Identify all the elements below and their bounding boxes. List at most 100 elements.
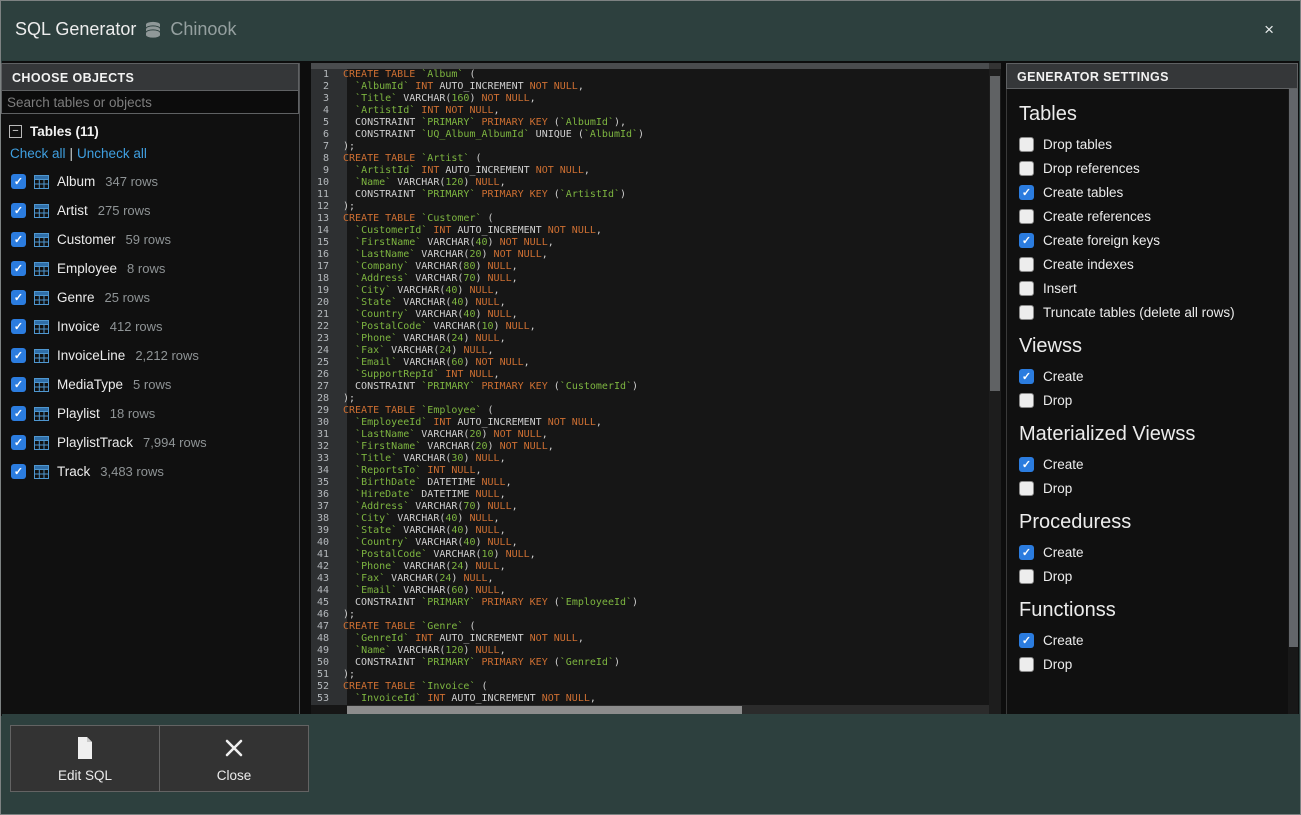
line-number: 9 (311, 165, 338, 177)
settings-vertical-scrollbar[interactable] (1288, 89, 1298, 716)
code-line: 29CREATE TABLE `Employee` ( (311, 405, 989, 417)
tables-group-label: Tables (11) (30, 124, 99, 139)
table-item-invoiceline[interactable]: InvoiceLine2,212 rows (9, 341, 299, 370)
line-number: 1 (311, 69, 338, 81)
checkbox-playlist[interactable] (11, 406, 26, 421)
sql-preview-editor[interactable]: 1CREATE TABLE `Album` (2 `AlbumId` INT A… (311, 63, 1001, 718)
table-item-genre[interactable]: Genre25 rows (9, 283, 299, 312)
code-line: 12); (311, 201, 989, 213)
generator-settings-panel: GENERATOR SETTINGS TablesDrop tablesDrop… (1006, 63, 1298, 716)
x-icon (222, 735, 246, 761)
table-row-count: 412 rows (110, 319, 163, 334)
table-item-invoice[interactable]: Invoice412 rows (9, 312, 299, 341)
checkbox[interactable] (1019, 257, 1034, 272)
code-line: 49 `Name` VARCHAR(120) NULL, (311, 645, 989, 657)
line-number: 26 (311, 369, 338, 381)
close-button[interactable]: Close (159, 725, 309, 792)
collapse-icon[interactable] (9, 125, 22, 138)
table-item-employee[interactable]: Employee8 rows (9, 254, 299, 283)
checkbox[interactable] (1019, 569, 1034, 584)
line-number: 42 (311, 561, 338, 573)
checkbox-genre[interactable] (11, 290, 26, 305)
checkbox[interactable] (1019, 161, 1034, 176)
editor-vertical-scrollbar[interactable] (989, 69, 1001, 705)
line-number: 15 (311, 237, 338, 249)
code-line: 51); (311, 669, 989, 681)
checkbox[interactable] (1019, 457, 1034, 472)
table-item-playlisttrack[interactable]: PlaylistTrack7,994 rows (9, 428, 299, 457)
option-tables-create-references[interactable]: Create references (1019, 209, 1288, 224)
checkbox[interactable] (1019, 185, 1034, 200)
checkbox[interactable] (1019, 657, 1034, 672)
checkbox-invoiceline[interactable] (11, 348, 26, 363)
code-line: 27 CONSTRAINT `PRIMARY` PRIMARY KEY (`Cu… (311, 381, 989, 393)
option-label: Drop (1043, 393, 1072, 408)
line-number: 47 (311, 621, 338, 633)
option-proceduress-create[interactable]: Create (1019, 545, 1288, 560)
option-label: Create references (1043, 209, 1151, 224)
checkbox-playlisttrack[interactable] (11, 435, 26, 450)
option-tables-create-tables[interactable]: Create tables (1019, 185, 1288, 200)
checkbox-track[interactable] (11, 464, 26, 479)
line-number: 41 (311, 549, 338, 561)
option-tables-create-indexes[interactable]: Create indexes (1019, 257, 1288, 272)
checkbox[interactable] (1019, 233, 1034, 248)
table-item-track[interactable]: Track3,483 rows (9, 457, 299, 486)
option-proceduress-drop[interactable]: Drop (1019, 569, 1288, 584)
uncheck-all-link[interactable]: Uncheck all (77, 146, 147, 161)
option-tables-drop-references[interactable]: Drop references (1019, 161, 1288, 176)
option-viewss-create[interactable]: Create (1019, 369, 1288, 384)
option-label: Drop (1043, 569, 1072, 584)
generator-settings-header: GENERATOR SETTINGS (1006, 63, 1298, 89)
code-line: 4 `ArtistId` INT NOT NULL, (311, 105, 989, 117)
line-number: 51 (311, 669, 338, 681)
option-materialized-viewss-drop[interactable]: Drop (1019, 481, 1288, 496)
option-functionss-drop[interactable]: Drop (1019, 657, 1288, 672)
checkbox-artist[interactable] (11, 203, 26, 218)
table-row-count: 25 rows (105, 290, 151, 305)
edit-sql-button[interactable]: Edit SQL (10, 725, 160, 792)
check-all-link[interactable]: Check all (10, 146, 66, 161)
line-number: 27 (311, 381, 338, 393)
option-tables-create-foreign-keys[interactable]: Create foreign keys (1019, 233, 1288, 248)
table-item-customer[interactable]: Customer59 rows (9, 225, 299, 254)
editor-top-strip (311, 63, 989, 69)
option-materialized-viewss-create[interactable]: Create (1019, 457, 1288, 472)
option-functionss-create[interactable]: Create (1019, 633, 1288, 648)
settings-vertical-scrollbar-thumb[interactable] (1289, 89, 1298, 647)
code-line: 31 `LastName` VARCHAR(20) NOT NULL, (311, 429, 989, 441)
code-line: 13CREATE TABLE `Customer` ( (311, 213, 989, 225)
checkbox[interactable] (1019, 369, 1034, 384)
checkbox-customer[interactable] (11, 232, 26, 247)
checkbox[interactable] (1019, 633, 1034, 648)
search-input[interactable] (1, 91, 299, 114)
table-item-mediatype[interactable]: MediaType5 rows (9, 370, 299, 399)
checkbox-invoice[interactable] (11, 319, 26, 334)
code-line: 14 `CustomerId` INT AUTO_INCREMENT NOT N… (311, 225, 989, 237)
checkbox-album[interactable] (11, 174, 26, 189)
checkbox[interactable] (1019, 305, 1034, 320)
checkbox[interactable] (1019, 281, 1034, 296)
table-item-artist[interactable]: Artist275 rows (9, 196, 299, 225)
checkbox-employee[interactable] (11, 261, 26, 276)
checkbox[interactable] (1019, 209, 1034, 224)
line-number: 34 (311, 465, 338, 477)
option-tables-drop-tables[interactable]: Drop tables (1019, 137, 1288, 152)
checkbox[interactable] (1019, 137, 1034, 152)
option-tables-insert[interactable]: Insert (1019, 281, 1288, 296)
code-line: 11 CONSTRAINT `PRIMARY` PRIMARY KEY (`Ar… (311, 189, 989, 201)
option-viewss-drop[interactable]: Drop (1019, 393, 1288, 408)
checkbox-mediatype[interactable] (11, 377, 26, 392)
dialog-close-icon[interactable]: × (1264, 21, 1274, 38)
sql-code[interactable]: 1CREATE TABLE `Album` (2 `AlbumId` INT A… (311, 69, 989, 705)
checkbox[interactable] (1019, 545, 1034, 560)
option-tables-truncate-tables-delete-all-rows[interactable]: Truncate tables (delete all rows) (1019, 305, 1288, 320)
tables-group-row[interactable]: Tables (11) (9, 124, 299, 139)
checkbox[interactable] (1019, 481, 1034, 496)
table-name: Playlist (57, 406, 100, 421)
table-item-album[interactable]: Album347 rows (9, 167, 299, 196)
checkbox[interactable] (1019, 393, 1034, 408)
table-item-playlist[interactable]: Playlist18 rows (9, 399, 299, 428)
footer-bar: Edit SQL Close (2, 714, 1299, 813)
editor-vertical-scrollbar-thumb[interactable] (990, 76, 1000, 391)
